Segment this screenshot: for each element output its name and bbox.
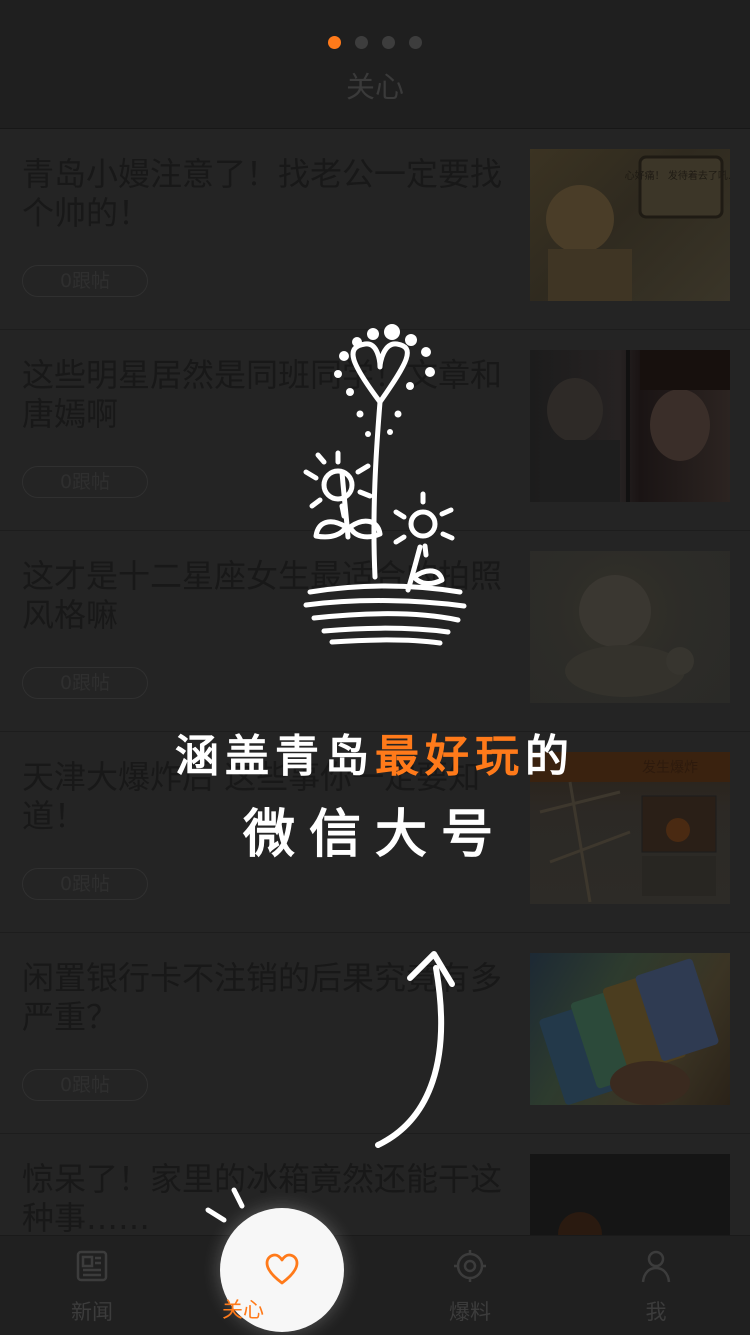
page-indicator [0,36,750,49]
page-title: 关心 [345,70,404,104]
comment-count-badge: 0跟帖 [22,1069,148,1101]
promo-line-1-prefix: 涵盖青岛 [175,731,375,782]
promo-line-1: 涵盖青岛最好玩的 [0,720,750,784]
person-icon [641,1250,671,1283]
page-indicator-dot [382,36,395,49]
tab-report[interactable]: 爆料 [410,1236,530,1335]
tab-care[interactable]: 关心 [220,1208,344,1332]
comment-count-badge: 0跟帖 [22,265,148,297]
article-title: 青岛小嫚注意了！找老公一定要找个帅的！ [22,155,503,232]
article-thumbnail [530,953,730,1105]
promo-line-1-suffix: 的 [525,731,575,782]
curved-arrow-icon [375,951,455,1148]
promo-line-2: 微信大号 [242,804,507,865]
page-indicator-dot [355,36,368,49]
list-item[interactable]: 青岛小嫚注意了！找老公一定要找个帅的！ 0跟帖 心好痛！ 发待着去了吼... [0,129,750,330]
header-bar: 关心 [0,0,750,129]
flower-illustration [303,324,467,646]
page-indicator-dot-active [328,36,341,49]
tab-news[interactable]: 新闻 [32,1236,152,1335]
comment-count-badge: 0跟帖 [22,466,148,498]
promo-highlight: 最好玩 [375,731,525,782]
article-thumbnail: 心好痛！ 发待着去了吼... [530,149,730,301]
page-indicator-dot [409,36,422,49]
newspaper-icon [76,1250,108,1282]
comment-count-badge: 0跟帖 [22,868,148,900]
tab-label: 爆料 [449,1300,491,1324]
article-thumbnail [530,551,730,703]
thumbnail-caption: 心好痛！ 发待着去了吼... [625,169,730,182]
comment-count-badge: 0跟帖 [22,667,148,699]
tab-me[interactable]: 我 [596,1236,716,1335]
target-icon [454,1250,486,1282]
heart-icon [265,1253,299,1285]
tab-label: 我 [645,1300,667,1324]
bottom-tab-bar: 新闻 爆料 我 [0,1235,750,1335]
tab-label: 关心 [222,1298,264,1322]
tab-label: 新闻 [71,1300,113,1324]
article-thumbnail [530,350,730,502]
